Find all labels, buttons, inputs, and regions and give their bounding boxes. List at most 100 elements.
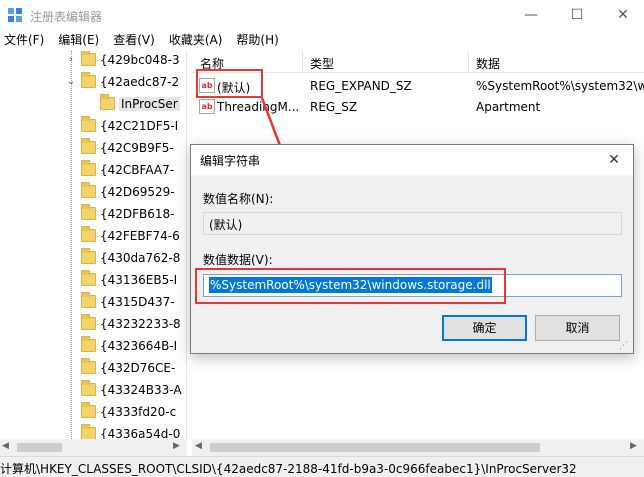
list-item[interactable]: ab ThreadingM... REG_SZ Apartment [192, 97, 644, 117]
column-header-type[interactable]: 类型 [310, 55, 334, 72]
tree-item[interactable]: ⌄ {42aedc87-2 [0, 72, 186, 94]
folder-icon [81, 402, 96, 418]
menu-file[interactable]: 文件(F) [0, 30, 51, 50]
tree-item[interactable]: › {429bc048-3 [0, 51, 186, 72]
scroll-thumb[interactable] [210, 443, 540, 452]
value-name-label: 数值名称(N): [203, 192, 274, 206]
key-tree[interactable]: › {429bc048-3 ⌄ {42aedc87-2 InProcSer {42C21D… [0, 51, 187, 439]
tree-item[interactable]: {432D76CE- [0, 358, 186, 380]
scroll-thumb[interactable] [17, 443, 62, 452]
value-name: ThreadingM... [217, 100, 300, 114]
folder-icon [100, 94, 115, 110]
tree-item[interactable]: {4333fd20-c [0, 402, 186, 424]
collapsed-chevron-icon[interactable]: › [64, 53, 78, 67]
tree-item-label: {4315D437- [100, 295, 175, 309]
scroll-left-icon[interactable]: ◀ [2, 441, 9, 451]
tree-item-label: {4336a54d-0 [100, 427, 181, 439]
folder-icon [81, 248, 96, 264]
annotation-box-value-data [195, 268, 506, 304]
folder-icon [81, 424, 96, 439]
tree-item-label: {4323664B-I [100, 339, 178, 353]
folder-icon [81, 182, 96, 198]
menu-bar: 文件(F) 编辑(E) 查看(V) 收藏夹(A) 帮助(H) [0, 30, 644, 50]
tree-item[interactable]: {43324B33-A [0, 380, 186, 402]
minimize-icon: — [524, 7, 538, 23]
tree-item-label: {42D69529- [100, 185, 175, 199]
value-name-text: (默认) [209, 218, 243, 232]
resize-grip-icon[interactable]: ⋰ [619, 341, 631, 353]
string-value-icon: ab [199, 99, 215, 114]
folder-icon [81, 270, 96, 286]
folder-icon [81, 226, 96, 242]
tree-item-label: {42aedc87-2 [100, 75, 180, 89]
tree-item-label: {42DFB618- [100, 207, 175, 221]
list-horizontal-scrollbar[interactable]: ◀ ▶ [192, 439, 644, 456]
column-header-data[interactable]: 数据 [476, 55, 500, 72]
status-bar: 计算机\HKEY_CLASSES_ROOT\CLSID\{42aedc87-21… [0, 456, 644, 477]
tree-item[interactable]: {42FEBF74-6 [0, 226, 186, 248]
tree-item[interactable]: {430da762-8 [0, 248, 186, 270]
dialog-close-button[interactable]: ✕ [601, 148, 627, 172]
tree-item[interactable]: {43136EB5-I [0, 270, 186, 292]
menu-help[interactable]: 帮助(H) [229, 30, 285, 50]
status-path: 计算机\HKEY_CLASSES_ROOT\CLSID\{42aedc87-21… [0, 462, 577, 476]
tree-item-label: InProcSer [119, 97, 180, 111]
cancel-button[interactable]: 取消 [535, 315, 620, 341]
annotation-box-default-value [196, 69, 263, 98]
menu-edit[interactable]: 编辑(E) [51, 30, 106, 50]
tree-item[interactable]: {42DFB618- [0, 204, 186, 226]
column-divider[interactable] [468, 51, 469, 73]
scroll-left-icon[interactable]: ◀ [195, 441, 202, 451]
maximize-icon: ☐ [570, 7, 584, 23]
edit-string-dialog: 编辑字符串 ✕ 数值名称(N): (默认) 数值数据(V): %SystemRo… [190, 144, 634, 354]
menu-view[interactable]: 查看(V) [106, 30, 162, 50]
dialog-title: 编辑字符串 [200, 154, 261, 168]
title-bar: 注册表编辑器 — ☐ ✕ [0, 0, 644, 30]
scroll-right-icon[interactable]: ▶ [173, 441, 180, 451]
tree-horizontal-scrollbar[interactable]: ◀ ▶ [0, 439, 187, 456]
menu-favorites[interactable]: 收藏夹(A) [162, 30, 230, 50]
minimize-button[interactable]: — [508, 0, 554, 30]
tree-item-label: {43232233-8 [100, 317, 181, 331]
value-data: Apartment [476, 100, 541, 114]
tree-item[interactable]: {42D69529- [0, 182, 186, 204]
folder-icon [81, 358, 96, 374]
tree-item[interactable]: InProcSer [0, 94, 186, 116]
tree-item-label: {42C21DF5-I [100, 119, 179, 133]
expanded-chevron-icon[interactable]: ⌄ [64, 75, 78, 89]
value-data-label: 数值数据(V): [203, 253, 273, 267]
tree-item[interactable]: {4323664B-I [0, 336, 186, 358]
column-divider[interactable] [302, 51, 303, 73]
tree-item[interactable]: {4315D437- [0, 292, 186, 314]
ok-button[interactable]: 确定 [442, 315, 527, 341]
folder-icon [81, 72, 96, 88]
folder-icon [81, 292, 96, 308]
folder-icon [81, 336, 96, 352]
tree-item[interactable]: {42C21DF5-I [0, 116, 186, 138]
tree-item-label: {43324B33-A [100, 383, 182, 397]
folder-icon [81, 380, 96, 396]
folder-icon [81, 51, 96, 66]
value-type: REG_SZ [310, 100, 358, 114]
value-name-field: (默认) [203, 212, 622, 235]
value-type: REG_EXPAND_SZ [310, 79, 412, 93]
tree-item-label: {429bc048-3 [100, 53, 180, 67]
maximize-button[interactable]: ☐ [554, 0, 600, 30]
tree-item-label: {4333fd20-c [100, 405, 177, 419]
close-icon: ✕ [608, 152, 620, 168]
tree-item-label: {430da762-8 [100, 251, 181, 265]
window-title: 注册表编辑器 [30, 10, 103, 24]
tree-item-label: {42C9B9F5- [100, 141, 174, 155]
tree-item-label: {42CBFAA7- [100, 163, 175, 177]
tree-item[interactable]: {42C9B9F5- [0, 138, 186, 160]
tree-item-label: {42FEBF74-6 [100, 229, 180, 243]
tree-item-label: {432D76CE- [100, 361, 176, 375]
tree-item[interactable]: {43232233-8 [0, 314, 186, 336]
tree-item[interactable]: {42CBFAA7- [0, 160, 186, 182]
tree-item[interactable]: {4336a54d-0 [0, 424, 186, 439]
close-button[interactable]: ✕ [600, 0, 644, 30]
registry-editor-icon [8, 8, 22, 22]
dialog-title-bar: 编辑字符串 ✕ [191, 145, 633, 175]
scroll-right-icon[interactable]: ▶ [630, 441, 637, 451]
folder-icon [81, 314, 96, 330]
